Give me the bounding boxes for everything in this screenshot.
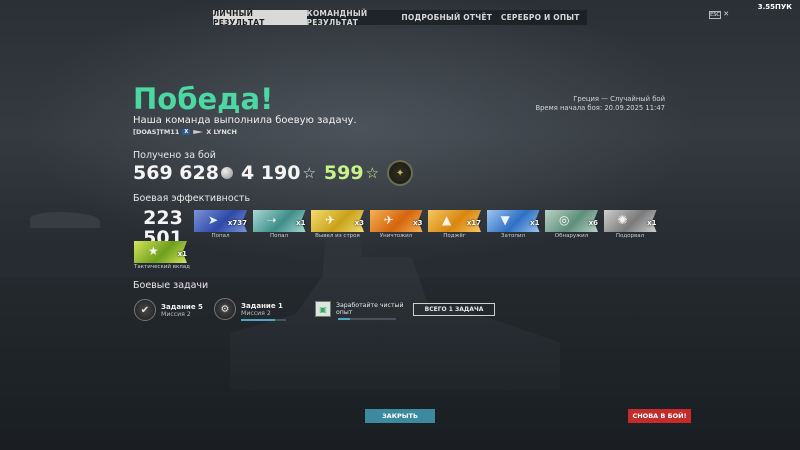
result-tabs: ЛИЧНЫЙ РЕЗУЛЬТАТ КОМАНДНЫЙ РЕЗУЛЬТАТ ПОД… xyxy=(213,9,588,27)
all-tasks-button[interactable]: ВСЕГО 1 ЗАДАЧА xyxy=(413,303,495,316)
top-right-panel: 3.55ПУК xyxy=(758,3,792,11)
ribbon-count: x3 xyxy=(354,219,364,227)
ribbon-count: x1 xyxy=(177,250,187,258)
task-subtitle: Миссия 2 xyxy=(161,310,191,318)
tab-personal-result[interactable]: ЛИЧНЫЙ РЕЗУЛЬТАТ xyxy=(213,9,307,27)
player-line: [DOAS]TM11 X X LYNCH xyxy=(133,128,237,136)
task-item[interactable]: ▣ Заработайте чистый опыт xyxy=(315,301,403,317)
task-title: Заработайте чистый xyxy=(336,302,404,309)
task-subtitle: опыт xyxy=(336,309,353,316)
ribbon-count: x1 xyxy=(296,219,306,227)
tab-detailed-report[interactable]: ПОДРОБНЫЙ ОТЧЁТ xyxy=(400,10,494,25)
disable-icon: ✈ xyxy=(325,213,336,227)
ribbon-count: x1 xyxy=(530,219,540,227)
ship-class-icon xyxy=(193,130,204,134)
task-progress-bar xyxy=(241,319,286,321)
ribbon-label: Тактический вклад xyxy=(134,264,190,270)
ship-name: X LYNCH xyxy=(206,128,237,136)
task-title: Задание 1 xyxy=(241,301,283,310)
task-subtitle: Миссия 2 xyxy=(241,309,271,317)
task-emblem-icon: ⚙ xyxy=(214,298,236,320)
xp-earned: 4 190 ☆ xyxy=(241,162,316,184)
ribbon-count: x1 xyxy=(647,219,657,227)
task-title: Задание 5 xyxy=(161,302,203,311)
top-right-value: 3.55ПУК xyxy=(757,3,792,11)
ribbon-label: Поджёг xyxy=(443,233,466,239)
island-background xyxy=(30,212,100,228)
credits-value: 569 628 xyxy=(133,162,219,184)
task-progress-fill xyxy=(241,319,275,321)
tab-team-result[interactable]: КОМАНДНЫЙ РЕЗУЛЬТАТ xyxy=(307,9,401,27)
ribbon-torpedo[interactable]: ➝ x1 Попал xyxy=(252,210,306,239)
ribbon-detonation[interactable]: ✺ x1 Подорвал xyxy=(603,210,657,239)
ribbon-fire[interactable]: ▲ x17 Поджёг xyxy=(428,210,481,239)
torpedo-icon: ➝ xyxy=(266,213,277,227)
earnings-row: 569 628 4 190 ☆ 599 ☆ ✦ xyxy=(133,160,414,186)
ribbon-destroy[interactable]: ✈ x3 Уничтожил xyxy=(369,210,423,239)
ribbon-label: Попал xyxy=(270,233,288,239)
battle-start-time: Время начала боя: 20.09.2025 11:47 xyxy=(535,104,665,112)
ribbon-count: x737 xyxy=(227,219,247,227)
task-progress-fill xyxy=(338,318,350,320)
credits-icon xyxy=(220,167,233,179)
close-button[interactable]: ЗАКРЫТЬ xyxy=(365,409,435,423)
fire-icon: ▲ xyxy=(442,213,452,227)
credits-earned: 569 628 xyxy=(133,162,233,184)
tasks-title: Боевые задачи xyxy=(133,280,209,291)
ribbon-count: x6 xyxy=(588,219,598,227)
ribbon-disable[interactable]: ✈ x3 Вывел из строя xyxy=(311,210,364,239)
player-name: [DOAS]TM11 xyxy=(133,128,180,136)
ribbon-count: x17 xyxy=(466,219,481,227)
free-xp-star-icon: ☆ xyxy=(365,164,380,182)
esc-badge: ESC ✕ xyxy=(709,10,729,19)
flood-icon: ▼ xyxy=(500,213,510,227)
battle-mode: Греция — Случайный бой xyxy=(573,95,665,103)
ribbon-label: Уничтожил xyxy=(379,233,413,239)
check-icon: ✔ xyxy=(134,299,156,321)
ribbon-label: Подорвал xyxy=(615,233,645,239)
ribbon-flood[interactable]: ▼ x1 Затопил xyxy=(486,210,540,239)
keyboard-icon[interactable]: ESC xyxy=(709,11,721,19)
task-item[interactable]: ⚙ Задание 1 Миссия 2 xyxy=(214,298,283,320)
tactical-icon: ★ xyxy=(148,244,159,258)
battle-again-button[interactable]: СНОВА В БОЙ! xyxy=(628,409,691,423)
shell-icon: ➤ xyxy=(208,213,219,227)
ribbon-label: Затопил xyxy=(500,233,526,239)
victory-title: Победа! xyxy=(133,82,274,116)
flag-icon: ▣ xyxy=(315,301,331,317)
detonation-icon: ✺ xyxy=(617,213,628,227)
destroy-icon: ✈ xyxy=(383,213,394,227)
free-xp-earned: 599 ☆ xyxy=(324,162,379,184)
ribbon-shell[interactable]: ➤ x737 Попал xyxy=(194,210,247,239)
free-xp-value: 599 xyxy=(323,162,364,184)
ribbon-label: Попал xyxy=(211,233,230,239)
ribbon-tactical[interactable]: ★ x1 Тактический вклад xyxy=(134,241,190,270)
battle-info: Греция — Случайный бой Время начала боя:… xyxy=(535,95,665,113)
ribbon-spot[interactable]: ◎ x6 Обнаружил xyxy=(545,210,598,239)
xp-value: 4 190 xyxy=(240,162,301,184)
close-icon[interactable]: ✕ xyxy=(723,10,729,18)
task-progress-bar xyxy=(338,318,396,320)
ribbon-label: Обнаружил xyxy=(554,233,589,239)
efficiency-title: Боевая эффективность xyxy=(133,193,251,204)
xp-star-icon: ☆ xyxy=(302,164,316,182)
task-item[interactable]: ✔ Задание 5 Миссия 2 xyxy=(134,299,203,321)
ribbon-count: x3 xyxy=(413,219,423,227)
ship-tier-badge: X xyxy=(182,129,191,135)
achievement-emblem-icon[interactable]: ✦ xyxy=(387,160,414,186)
spot-icon: ◎ xyxy=(559,213,570,227)
ribbon-label: Вывел из строя xyxy=(315,233,360,239)
victory-subtitle: Наша команда выполнила боевую задачу. xyxy=(133,115,357,126)
tab-credits-xp[interactable]: СЕРЕБРО И ОПЫТ xyxy=(494,10,588,25)
